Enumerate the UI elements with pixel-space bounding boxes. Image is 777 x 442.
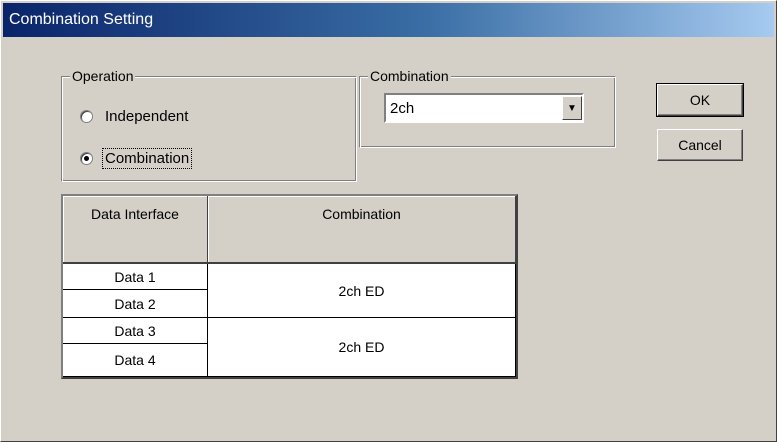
combination-legend: Combination bbox=[368, 67, 451, 85]
table-cell-combination: 2ch ED bbox=[208, 264, 516, 318]
window-title: Combination Setting bbox=[3, 3, 774, 37]
chevron-down-icon[interactable]: ▼ bbox=[562, 96, 582, 120]
combination-setting-dialog: Combination Setting Operation Independen… bbox=[0, 0, 777, 442]
table-cell-interface: Data 1 bbox=[63, 264, 208, 290]
combination-selected-value: 2ch bbox=[390, 99, 415, 117]
combination-select[interactable]: 2ch ▼ bbox=[384, 93, 584, 123]
radio-combination[interactable]: Combination bbox=[80, 148, 193, 169]
combination-group: Combination 2ch ▼ bbox=[359, 67, 616, 148]
radio-icon[interactable] bbox=[80, 110, 93, 123]
table-header-data-interface: Data Interface bbox=[63, 196, 208, 264]
table-cell-interface: Data 2 bbox=[63, 290, 208, 318]
cancel-button[interactable]: Cancel bbox=[657, 129, 743, 161]
radio-checked-icon[interactable] bbox=[80, 152, 93, 165]
table-cell-interface: Data 4 bbox=[63, 344, 208, 377]
table-cell-combination: 2ch ED bbox=[208, 318, 516, 377]
radio-label: Combination bbox=[101, 148, 193, 169]
table-header-combination: Combination bbox=[208, 196, 516, 264]
radio-label: Independent bbox=[105, 108, 189, 125]
ok-button[interactable]: OK bbox=[656, 83, 744, 117]
operation-group: Operation Independent Combination bbox=[61, 67, 357, 182]
combination-table: Data Interface Combination Data 1 Data 2… bbox=[61, 194, 518, 379]
operation-legend: Operation bbox=[70, 67, 136, 85]
radio-independent[interactable]: Independent bbox=[80, 107, 190, 126]
table-cell-interface: Data 3 bbox=[63, 318, 208, 344]
